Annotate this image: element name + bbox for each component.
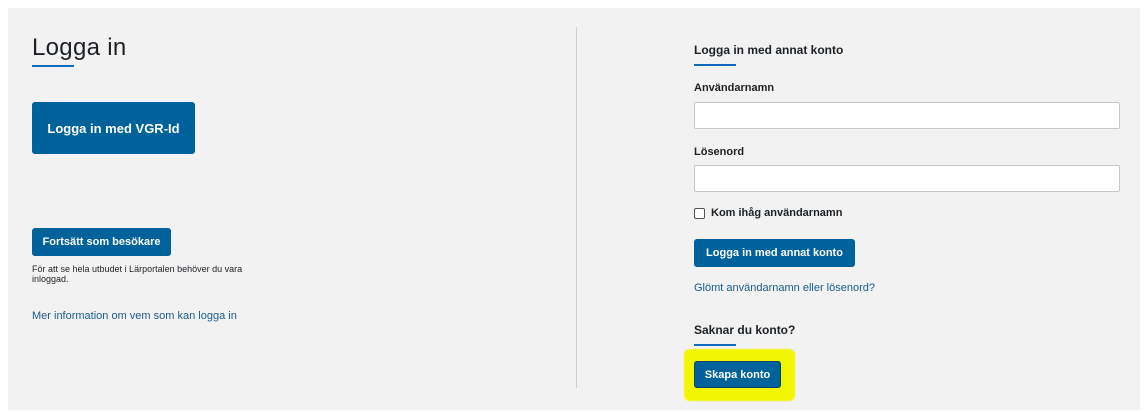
alt-login-underline <box>694 64 736 66</box>
password-input[interactable] <box>694 165 1120 192</box>
page-title: Logga in <box>32 34 127 61</box>
vgr-login-button[interactable]: Logga in med VGR-Id <box>32 102 195 154</box>
no-account-title: Saknar du konto? <box>694 323 796 337</box>
guest-button[interactable]: Fortsätt som besökare <box>32 228 171 256</box>
remember-label[interactable]: Kom ihåg användarnamn <box>711 207 842 219</box>
username-label: Användarnamn <box>694 82 775 94</box>
login-card <box>8 8 1140 410</box>
no-account-underline <box>694 344 736 346</box>
guest-note: För att se hela utbudet i Lärportalen be… <box>32 264 243 284</box>
alt-login-title: Logga in med annat konto <box>694 43 844 57</box>
create-account-button[interactable]: Skapa konto <box>694 361 781 388</box>
title-underline <box>32 65 74 67</box>
remember-row[interactable]: Kom ihåg användarnamn <box>694 207 842 219</box>
column-divider <box>576 27 577 388</box>
password-label: Lösenord <box>694 146 745 158</box>
forgot-credentials-link[interactable]: Glömt användarnamn eller lösenord? <box>694 282 875 294</box>
remember-checkbox[interactable] <box>694 207 705 219</box>
more-info-link[interactable]: Mer information om vem som kan logga in <box>32 310 237 322</box>
alt-login-button[interactable]: Logga in med annat konto <box>694 239 855 267</box>
username-input[interactable] <box>694 102 1120 129</box>
